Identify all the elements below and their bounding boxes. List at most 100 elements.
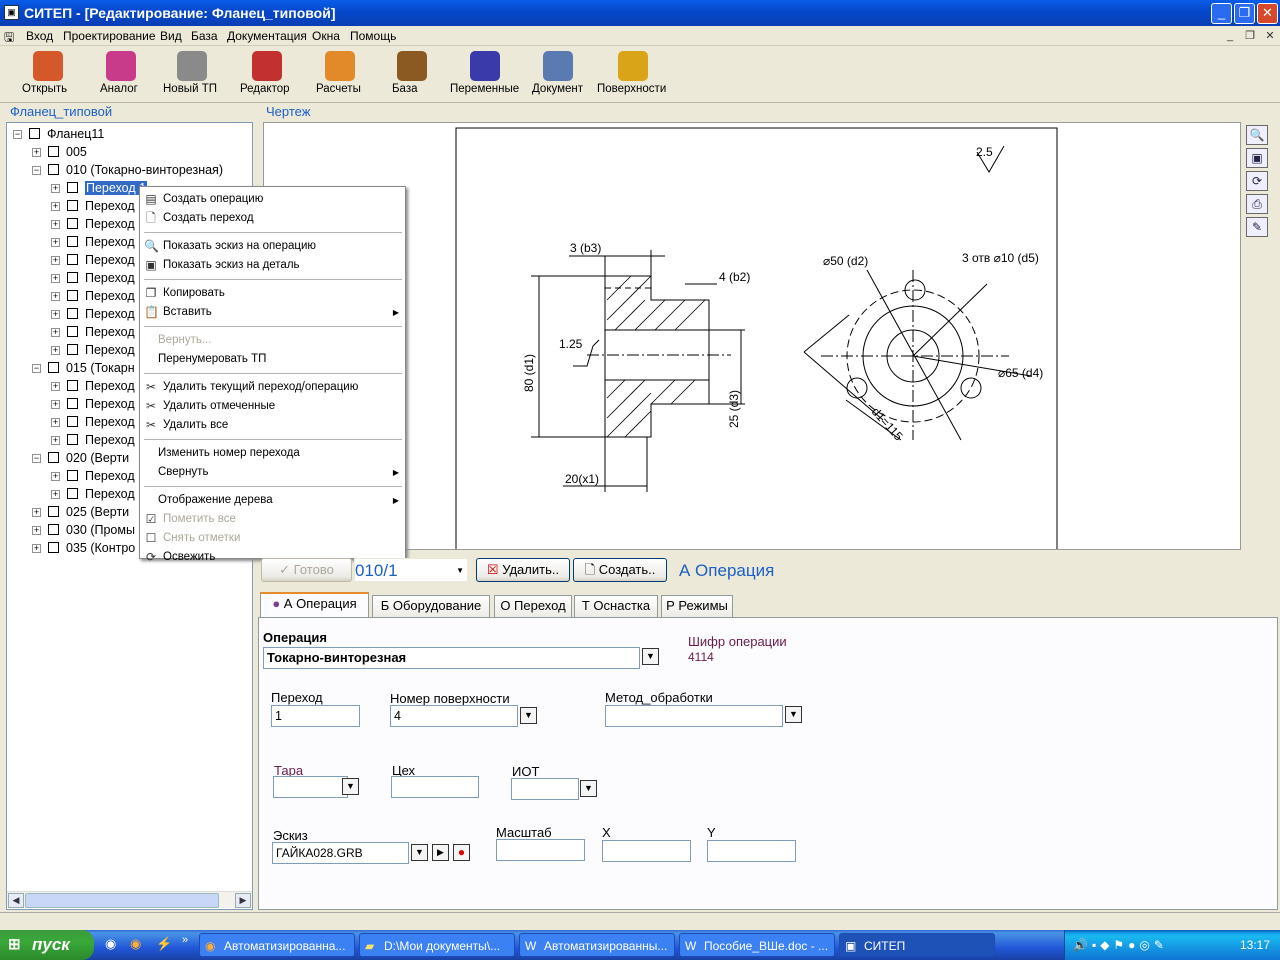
context-menu-item[interactable]: ✂ Удалить отмеченные [140, 397, 405, 416]
tree-node[interactable]: + Переход [51, 197, 135, 215]
quicklaunch-app-icon[interactable]: ⚡ [156, 936, 172, 952]
expand-icon[interactable]: + [51, 274, 60, 283]
context-menu-item[interactable]: Свернуть ▶ [140, 463, 405, 482]
tree-checkbox[interactable] [67, 344, 78, 355]
taskbar-item-explorer[interactable]: ▰ D:\Мои документы\... [359, 933, 515, 957]
expand-icon[interactable]: + [51, 310, 60, 319]
operation-field[interactable]: Токарно-винторезная [263, 647, 640, 669]
tree-node[interactable]: − 020 (Верти [32, 449, 129, 467]
tree-node[interactable]: +030 (Промы [32, 521, 135, 539]
context-menu-item[interactable]: ☐ Снять отметки [140, 529, 405, 548]
context-menu-item[interactable]: ▣ Показать эскиз на деталь [140, 256, 405, 275]
toolbar-button-1[interactable]: Аналог [100, 49, 142, 101]
combo-arrow-icon[interactable]: ▼ [456, 559, 464, 583]
toolbar-button-0[interactable]: Открыть [22, 49, 74, 101]
iot-field[interactable] [511, 778, 579, 800]
sketch-field[interactable]: ГАЙКА028.GRB [272, 842, 409, 864]
toolbar-button-8[interactable]: Поверхности [597, 49, 669, 101]
drawing-canvas[interactable]: 2.5 80 (d1) 3 (b3) 4 (b2) 25 (d3) 20(x1)… [263, 122, 1241, 553]
expand-icon[interactable]: + [51, 418, 60, 427]
tree-checkbox[interactable] [67, 236, 78, 247]
scale-field[interactable] [496, 839, 585, 861]
mdi-restore-icon[interactable]: ❐ [1242, 29, 1258, 43]
delete-button[interactable]: ☒ Удалить.. [476, 558, 570, 582]
surface-dropdown-icon[interactable]: ▼ [520, 707, 537, 724]
tara-field[interactable] [273, 776, 348, 798]
sketch-record-icon[interactable]: ● [453, 844, 470, 861]
tree-checkbox[interactable] [48, 506, 59, 517]
context-menu-item[interactable]: Изменить номер перехода [140, 444, 405, 463]
tree-checkbox[interactable] [48, 452, 59, 463]
taskbar-item-sitep[interactable]: ▣ СИТЕП [839, 933, 995, 957]
collapse-icon[interactable]: − [13, 130, 22, 139]
context-menu-item[interactable]: Отображение дерева ▶ [140, 491, 405, 510]
tree-checkbox[interactable] [67, 200, 78, 211]
menu-login[interactable]: Вход [26, 29, 53, 43]
toolbar-button-5[interactable]: База [392, 49, 432, 101]
tree-node[interactable]: + Переход [51, 215, 135, 233]
operation-code-combo[interactable]: 010/1 ▼ [354, 558, 468, 582]
tree-checkbox[interactable] [48, 164, 59, 175]
close-button[interactable]: ✕ [1257, 3, 1278, 24]
tree-node[interactable]: + Переход [51, 323, 135, 341]
scroll-thumb[interactable] [25, 893, 219, 908]
menu-help[interactable]: Помощь [350, 29, 396, 43]
context-menu-item[interactable]: 🗋 Создать переход [140, 209, 405, 228]
context-menu-item[interactable]: ☑ Пометить все [140, 510, 405, 529]
taskbar-item-word-2[interactable]: W Пособие_ВШе.doc - ... [679, 933, 835, 957]
tree-node[interactable]: +035 (Контро [32, 539, 135, 557]
expand-icon[interactable]: + [51, 346, 60, 355]
tree-node[interactable]: + Переход [51, 233, 135, 251]
expand-icon[interactable]: + [51, 202, 60, 211]
tray-icons[interactable]: 🔊▪◆⚑●◎✎ [1073, 930, 1168, 960]
context-menu-item[interactable]: Перенумеровать ТП [140, 350, 405, 369]
tree-checkbox[interactable] [48, 146, 59, 157]
tree-node[interactable]: + Переход [51, 431, 135, 449]
method-field[interactable] [605, 705, 783, 727]
expand-icon[interactable]: + [51, 490, 60, 499]
expand-icon[interactable]: + [32, 508, 41, 517]
toolbar-button-7[interactable]: Документ [532, 49, 584, 101]
quicklaunch-firefox-icon[interactable]: ◉ [130, 936, 141, 952]
tab-modes[interactable]: Р Режимы [661, 595, 733, 617]
expand-icon[interactable]: + [51, 400, 60, 409]
tab-operation[interactable]: ● А Операция [260, 592, 369, 618]
app-icon[interactable]: ▣ [4, 5, 19, 20]
tree-checkbox[interactable] [48, 524, 59, 535]
iot-dropdown-icon[interactable]: ▼ [580, 780, 597, 797]
expand-icon[interactable]: + [51, 292, 60, 301]
toolbar-button-4[interactable]: Расчеты [316, 49, 364, 101]
magic-tool-icon[interactable]: ✎ [1246, 217, 1268, 237]
ready-button[interactable]: ✓ Готово [261, 558, 352, 582]
expand-icon[interactable]: + [32, 544, 41, 553]
tree-checkbox[interactable] [67, 398, 78, 409]
tree-node[interactable]: + Переход [51, 287, 135, 305]
tab-equipment[interactable]: Б Оборудование [372, 595, 490, 617]
context-menu-item[interactable]: Вернуть... [140, 331, 405, 350]
expand-icon[interactable]: + [51, 184, 60, 193]
taskbar-item-firefox[interactable]: ◉ Автоматизированна... [199, 933, 355, 957]
menu-base[interactable]: База [191, 29, 218, 43]
taskbar-item-word-1[interactable]: W Автоматизированны... [519, 933, 675, 957]
tree-horizontal-scrollbar[interactable]: ◀ ▶ [7, 891, 252, 908]
sketch-dropdown-icon[interactable]: ▼ [411, 844, 428, 861]
x-field[interactable] [602, 840, 691, 862]
context-menu-item[interactable]: ✂ Удалить все [140, 416, 405, 435]
tree-checkbox[interactable] [67, 290, 78, 301]
menu-design[interactable]: Проектирование [63, 29, 156, 43]
tree-node[interactable]: − 010 (Токарно-винторезная) [32, 161, 223, 179]
operation-dropdown-icon[interactable]: ▼ [642, 648, 659, 665]
expand-icon[interactable]: + [51, 328, 60, 337]
toolbar-button-3[interactable]: Редактор [240, 49, 294, 101]
quicklaunch-chrome-icon[interactable]: ◉ [105, 936, 116, 952]
tree-checkbox[interactable] [67, 308, 78, 319]
tree-node[interactable]: + Переход [51, 395, 135, 413]
context-menu-item[interactable]: 📋 Вставить ▶ [140, 303, 405, 322]
menu-documentation[interactable]: Документация [227, 29, 307, 43]
mdi-minimize-icon[interactable]: _ [1222, 29, 1238, 43]
mdi-close-icon[interactable]: ✕ [1262, 29, 1278, 43]
expand-icon[interactable]: + [32, 526, 41, 535]
maximize-button[interactable]: ❐ [1234, 3, 1255, 24]
mdi-doc-icon[interactable]: 🖫 [4, 28, 14, 49]
tree-node[interactable]: + Переход [51, 413, 135, 431]
